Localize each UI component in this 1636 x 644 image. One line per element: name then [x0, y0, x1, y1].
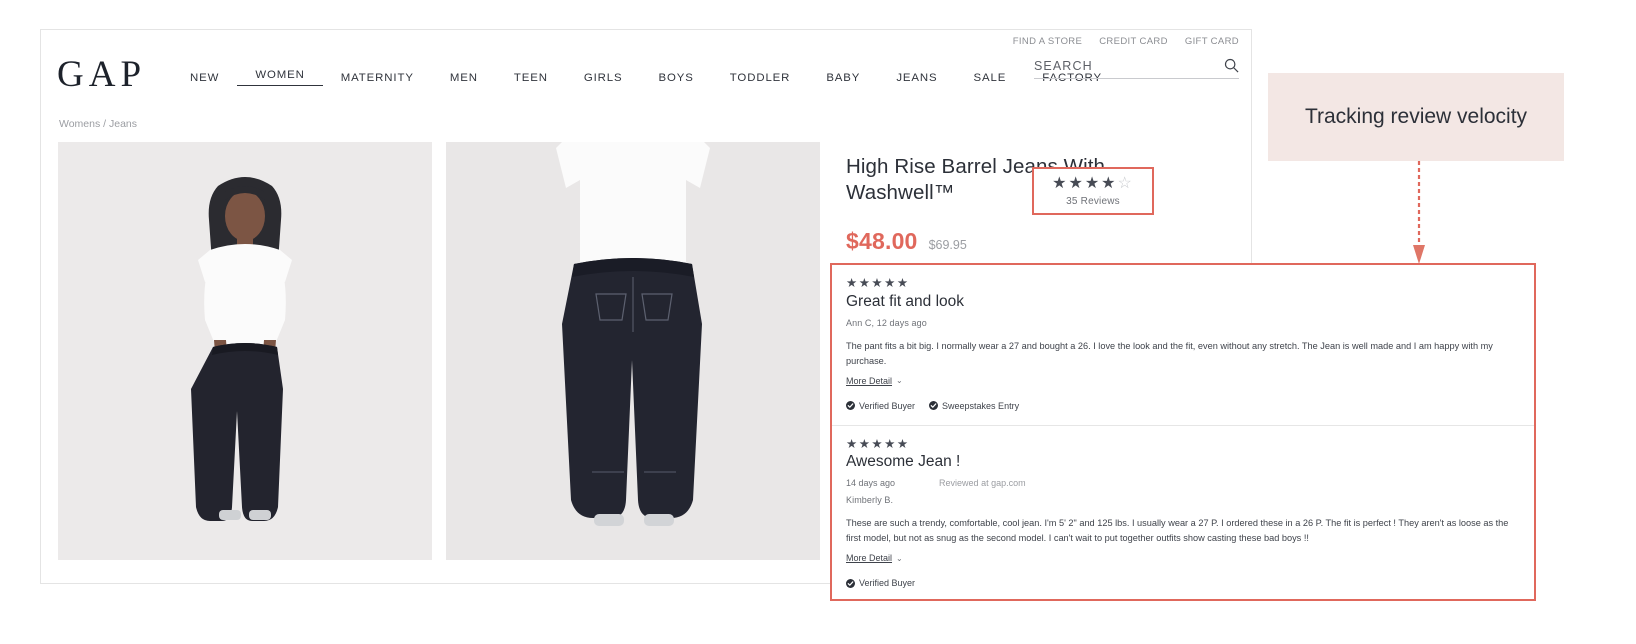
main-nav: NEW WOMEN MATERNITY MEN TEEN GIRLS BOYS … — [172, 69, 1120, 86]
nav-item-toddler[interactable]: TODDLER — [712, 72, 809, 84]
nav-item-maternity[interactable]: MATERNITY — [323, 72, 432, 84]
review-title: Awesome Jean ! — [846, 453, 961, 471]
nav-item-jeans[interactable]: JEANS — [878, 72, 955, 84]
original-price: $69.95 — [928, 238, 967, 253]
sale-price: $48.00 — [846, 228, 918, 255]
review-source: Reviewed at gap.com — [939, 478, 1026, 489]
review-item: ★★★★★ Awesome Jean ! 14 days ago Reviewe… — [832, 424, 1534, 591]
nav-item-teen[interactable]: TEEN — [496, 72, 566, 84]
down-arrow-icon — [1413, 161, 1425, 264]
more-detail-toggle[interactable]: More Detail ⌄ — [846, 553, 903, 563]
check-circle-icon — [846, 401, 855, 411]
review-title: Great fit and look — [846, 292, 965, 310]
review-item: ★★★★★ Great fit and look Ann C, 12 days … — [832, 265, 1534, 413]
search-icon[interactable] — [1224, 58, 1239, 73]
review-meta: 14 days ago Reviewed at gap.com — [846, 478, 1520, 488]
product-image-back[interactable] — [446, 142, 820, 560]
badge-label: Sweepstakes Entry — [942, 400, 1020, 411]
review-count-label[interactable]: 35 Reviews — [1066, 196, 1120, 207]
review-badges: Verified Buyer Sweepstakes Entry — [846, 401, 1520, 413]
review-badges: Verified Buyer — [846, 578, 1520, 590]
more-detail-label: More Detail — [846, 553, 893, 564]
reviews-panel: ★★★★★ Great fit and look Ann C, 12 days … — [830, 263, 1536, 601]
status-badge: Verified Buyer — [846, 578, 915, 588]
nav-item-men[interactable]: MEN — [432, 72, 496, 84]
nav-item-boys[interactable]: BOYS — [641, 72, 712, 84]
gap-logo[interactable]: GAP — [57, 56, 146, 93]
nav-item-girls[interactable]: GIRLS — [566, 72, 641, 84]
screenshot-stage: FIND A STORE CREDIT CARD GIFT CARD GAP N… — [0, 0, 1636, 644]
review-date: 14 days ago — [846, 478, 896, 489]
breadcrumb[interactable]: Womens / Jeans — [41, 104, 1251, 130]
product-gallery — [58, 142, 820, 560]
nav-item-new[interactable]: NEW — [172, 72, 237, 84]
rating-stars-filled: ★★★★ — [1052, 174, 1118, 192]
annotation-label: Tracking review velocity — [1304, 105, 1528, 129]
status-badge: Verified Buyer — [846, 401, 915, 411]
site-header: GAP NEW WOMEN MATERNITY MEN TEEN GIRLS B… — [41, 30, 1251, 104]
chevron-down-icon: ⌄ — [896, 553, 903, 563]
review-meta: Ann C, 12 days ago — [846, 317, 927, 328]
price-row: $48.00 $69.95 — [846, 228, 1220, 255]
nav-item-sale[interactable]: SALE — [956, 72, 1025, 84]
nav-item-women[interactable]: WOMEN — [237, 69, 323, 86]
product-image-front[interactable] — [58, 142, 432, 560]
check-circle-icon — [929, 401, 939, 411]
more-detail-toggle[interactable]: More Detail ⌄ — [846, 376, 903, 386]
review-stars: ★★★★★ — [846, 436, 910, 451]
rating-badge[interactable]: ★★★★☆ 35 Reviews — [1032, 167, 1154, 215]
chevron-down-icon: ⌄ — [896, 376, 903, 386]
rating-star-empty: ☆ — [1117, 174, 1134, 192]
nav-item-baby[interactable]: BABY — [808, 72, 878, 84]
more-detail-label: More Detail — [846, 375, 893, 386]
badge-label: Verified Buyer — [859, 400, 916, 411]
annotation-callout: Tracking review velocity — [1268, 73, 1564, 161]
badge-label: Verified Buyer — [859, 578, 916, 589]
check-circle-icon — [846, 578, 855, 588]
search-bar[interactable] — [1034, 58, 1239, 79]
review-body: The pant fits a bit big. I normally wear… — [846, 340, 1493, 366]
review-stars: ★★★★★ — [846, 276, 910, 290]
search-input[interactable] — [1034, 58, 1204, 73]
review-body: These are such a trendy, comfortable, co… — [846, 518, 1509, 544]
status-badge: Sweepstakes Entry — [929, 401, 1019, 411]
rating-stars: ★★★★☆ — [1052, 174, 1134, 192]
review-author: Kimberly B. — [846, 495, 894, 506]
